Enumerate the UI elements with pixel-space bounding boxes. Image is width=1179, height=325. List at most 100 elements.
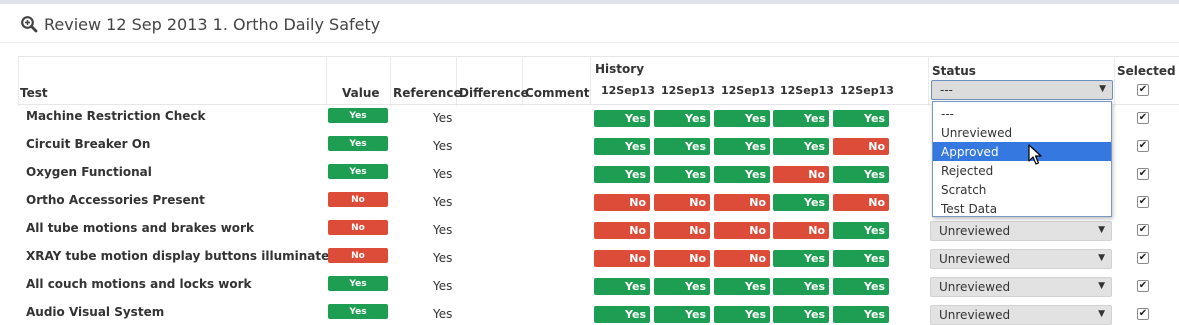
history-result[interactable]: Yes — [594, 278, 650, 295]
status-option-scratch[interactable]: Scratch — [933, 180, 1111, 199]
history-result[interactable]: No — [654, 250, 710, 267]
history-date-1: 12Sep13 — [601, 84, 655, 97]
history-result[interactable]: Yes — [714, 166, 770, 183]
history-date-2: 12Sep13 — [661, 84, 715, 97]
row-selected-checkbox[interactable]: ✔ — [1137, 280, 1149, 292]
history-result[interactable]: No — [714, 194, 770, 211]
history-result[interactable]: No — [654, 194, 710, 211]
value-badge: Yes — [328, 164, 388, 179]
header-test: Test — [20, 86, 48, 100]
history-result[interactable]: Yes — [833, 222, 889, 239]
status-select-open[interactable]: --- ▼ — [931, 80, 1113, 100]
select-all-checkbox[interactable]: ✔ — [1137, 84, 1149, 96]
history-result[interactable]: No — [654, 222, 710, 239]
history-result[interactable]: Yes — [833, 306, 889, 323]
checkmark-icon: ✔ — [1138, 112, 1148, 123]
col-divider — [928, 56, 929, 106]
row-selected-checkbox[interactable]: ✔ — [1137, 168, 1149, 180]
col-divider — [1114, 56, 1115, 106]
status-option-blank[interactable]: --- — [933, 104, 1111, 123]
row-selected-checkbox[interactable]: ✔ — [1137, 224, 1149, 236]
history-result[interactable]: Yes — [594, 166, 650, 183]
value-badge: Yes — [328, 136, 388, 151]
header-difference: Difference — [459, 86, 529, 100]
test-name[interactable]: Audio Visual System — [26, 305, 164, 319]
history-result[interactable]: Yes — [654, 110, 710, 127]
row-selected-checkbox[interactable]: ✔ — [1137, 252, 1149, 264]
status-option-unreviewed[interactable]: Unreviewed — [933, 123, 1111, 142]
history-result[interactable]: Yes — [654, 138, 710, 155]
zoom-in-icon — [21, 16, 38, 33]
test-name[interactable]: All couch motions and locks work — [26, 277, 252, 291]
status-option-rejected[interactable]: Rejected — [933, 161, 1111, 180]
history-result[interactable]: Yes — [714, 110, 770, 127]
history-result[interactable]: Yes — [773, 110, 829, 127]
history-result[interactable]: Yes — [654, 306, 710, 323]
history-result[interactable]: Yes — [594, 306, 650, 323]
history-result[interactable]: Yes — [714, 138, 770, 155]
value-badge: Yes — [328, 276, 388, 291]
history-result[interactable]: Yes — [773, 278, 829, 295]
history-result[interactable]: Yes — [833, 250, 889, 267]
status-select-value: Unreviewed — [939, 224, 1011, 238]
checkmark-icon: ✔ — [1138, 84, 1148, 95]
header-comment: Comment — [525, 86, 590, 100]
history-result[interactable]: Yes — [594, 110, 650, 127]
status-option-approved[interactable]: Approved — [933, 142, 1111, 161]
row-selected-checkbox[interactable]: ✔ — [1137, 308, 1149, 320]
value-badge: No — [328, 192, 388, 207]
test-name[interactable]: Oxygen Functional — [26, 165, 152, 179]
value-badge: Yes — [328, 304, 388, 319]
test-name[interactable]: XRAY tube motion display buttons illumin… — [26, 249, 338, 263]
page-header: Review 12 Sep 2013 1. Ortho Daily Safety — [20, 13, 380, 35]
history-result[interactable]: Yes — [654, 278, 710, 295]
header-history: History — [595, 62, 645, 76]
history-result[interactable]: No — [714, 222, 770, 239]
value-badge: No — [328, 220, 388, 235]
history-result[interactable]: No — [773, 222, 829, 239]
checkmark-icon: ✔ — [1138, 224, 1148, 235]
test-name[interactable]: Circuit Breaker On — [26, 137, 150, 151]
value-badge: Yes — [328, 108, 388, 123]
status-select-value: Unreviewed — [939, 252, 1011, 266]
history-result[interactable]: Yes — [594, 138, 650, 155]
history-result[interactable]: Yes — [773, 250, 829, 267]
checkmark-icon: ✔ — [1138, 308, 1148, 319]
test-name[interactable]: Ortho Accessories Present — [26, 193, 205, 207]
history-result[interactable]: No — [833, 138, 889, 155]
history-result[interactable]: Yes — [773, 138, 829, 155]
checkmark-icon: ✔ — [1138, 196, 1148, 207]
history-result[interactable]: Yes — [773, 306, 829, 323]
history-result[interactable]: No — [714, 250, 770, 267]
checkmark-icon: ✔ — [1138, 140, 1148, 151]
top-border — [0, 0, 1179, 4]
test-name[interactable]: All tube motions and brakes work — [26, 221, 254, 235]
history-result[interactable]: Yes — [773, 194, 829, 211]
status-select[interactable]: Unreviewed ▼ — [930, 249, 1112, 269]
row-selected-checkbox[interactable]: ✔ — [1137, 196, 1149, 208]
status-select[interactable]: Unreviewed ▼ — [930, 305, 1112, 325]
reference-value: Yes — [433, 111, 453, 125]
status-select-value: Unreviewed — [939, 308, 1011, 322]
history-result[interactable]: Yes — [833, 166, 889, 183]
reference-value: Yes — [433, 223, 453, 237]
row-selected-checkbox[interactable]: ✔ — [1137, 140, 1149, 152]
history-result[interactable]: No — [594, 250, 650, 267]
history-result[interactable]: No — [833, 194, 889, 211]
history-result[interactable]: Yes — [714, 306, 770, 323]
test-name[interactable]: Machine Restriction Check — [26, 109, 205, 123]
history-result[interactable]: Yes — [654, 166, 710, 183]
history-result[interactable]: No — [594, 222, 650, 239]
history-result[interactable]: Yes — [833, 278, 889, 295]
chevron-down-icon: ▼ — [1098, 225, 1105, 235]
row-selected-checkbox[interactable]: ✔ — [1137, 112, 1149, 124]
history-result[interactable]: No — [594, 194, 650, 211]
history-result[interactable]: Yes — [833, 110, 889, 127]
chevron-down-icon: ▼ — [1098, 253, 1105, 263]
status-select[interactable]: Unreviewed ▼ — [930, 221, 1112, 241]
history-result[interactable]: No — [773, 166, 829, 183]
reference-value: Yes — [433, 195, 453, 209]
status-option-test-data[interactable]: Test Data — [933, 199, 1111, 218]
history-result[interactable]: Yes — [714, 278, 770, 295]
status-select[interactable]: Unreviewed ▼ — [930, 277, 1112, 297]
